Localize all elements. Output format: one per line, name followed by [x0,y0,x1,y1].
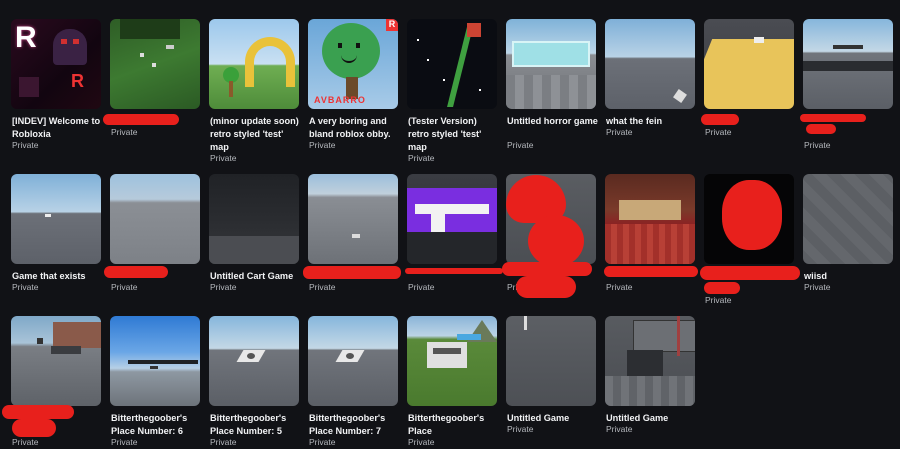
redaction-scribble [806,124,836,134]
game-title[interactable]: (Tester Version) retro styled 'test' map [408,115,500,154]
game-title[interactable]: Bitterthegoober's Place Number: 7 [309,412,401,438]
game-title[interactable]: Untitled horror game [507,115,599,128]
game-thumbnail[interactable] [209,19,299,109]
robloxia-logo: R [15,21,37,54]
game-thumbnail[interactable] [407,174,497,264]
game-thumbnail[interactable] [407,19,497,109]
game-status: Private [606,127,633,137]
game-status: Private [408,153,435,163]
game-status: Private [804,282,831,292]
game-thumbnail[interactable] [110,19,200,109]
game-title[interactable]: Bitterthegoober's Place [408,412,500,438]
game-thumbnail[interactable] [407,316,497,406]
game-status: Private [408,282,435,292]
redaction-scribble [528,215,584,267]
game-status: Private [111,282,138,292]
game-status: Private [12,282,39,292]
redaction-scribble [722,180,782,250]
game-status: Private [507,140,534,150]
game-thumbnail[interactable] [506,19,596,109]
game-thumbnail[interactable]: AVBARRO R [308,19,398,109]
game-status: Private [606,424,633,434]
redaction-scribble [2,405,74,419]
game-status: Private [309,282,336,292]
redaction-scribble [12,419,56,437]
redaction-scribble [701,114,739,125]
game-status: Private [111,127,138,137]
game-thumbnail[interactable] [605,19,695,109]
game-status: Private [210,282,237,292]
games-grid: R R [INDEV] Welcome to Robloxia Private … [0,0,900,449]
game-status: Private [210,153,237,163]
game-status: Private [507,424,534,434]
game-title[interactable]: [INDEV] Welcome to Robloxia [12,115,104,141]
redaction-scribble [303,266,401,279]
game-status: Private [309,140,336,150]
redaction-scribble [502,262,592,276]
game-thumbnail[interactable] [11,174,101,264]
game-thumbnail[interactable] [308,316,398,406]
game-thumbnail[interactable] [506,316,596,406]
game-status: Private [12,140,39,150]
game-status: Private [309,437,336,447]
game-title[interactable]: (minor update soon) retro styled 'test' … [210,115,302,154]
game-thumbnail[interactable] [308,174,398,264]
game-status: Private [606,282,633,292]
redaction-scribble [800,114,866,122]
game-title[interactable]: Bitterthegoober's Place Number: 5 [210,412,302,438]
redaction-scribble [104,266,168,278]
game-status: Private [705,127,732,137]
redaction-scribble [700,266,800,280]
game-thumbnail[interactable] [605,174,695,264]
game-title[interactable]: Bitterthegoober's Place Number: 6 [111,412,203,438]
redaction-scribble [704,282,740,294]
game-thumbnail[interactable] [11,316,101,406]
game-thumbnail[interactable] [803,19,893,109]
redaction-scribble [405,268,503,274]
game-status: Private [705,295,732,305]
game-thumbnail[interactable] [704,19,794,109]
game-thumbnail[interactable] [110,316,200,406]
game-status: Private [12,437,39,447]
game-thumbnail[interactable] [209,316,299,406]
game-thumbnail[interactable] [209,174,299,264]
game-status: Private [408,437,435,447]
game-status: Private [804,140,831,150]
game-thumbnail[interactable] [803,174,893,264]
game-thumbnail[interactable]: R R [11,19,101,109]
game-status: Private [210,437,237,447]
obby-banner: AVBARRO [314,95,366,105]
game-title[interactable]: A very boring and bland roblox obby. [309,115,401,141]
redaction-scribble [604,266,698,277]
redaction-scribble [103,114,179,125]
game-thumbnail[interactable] [110,174,200,264]
redaction-scribble [516,276,576,298]
game-thumbnail[interactable] [605,316,695,406]
game-status: Private [111,437,138,447]
